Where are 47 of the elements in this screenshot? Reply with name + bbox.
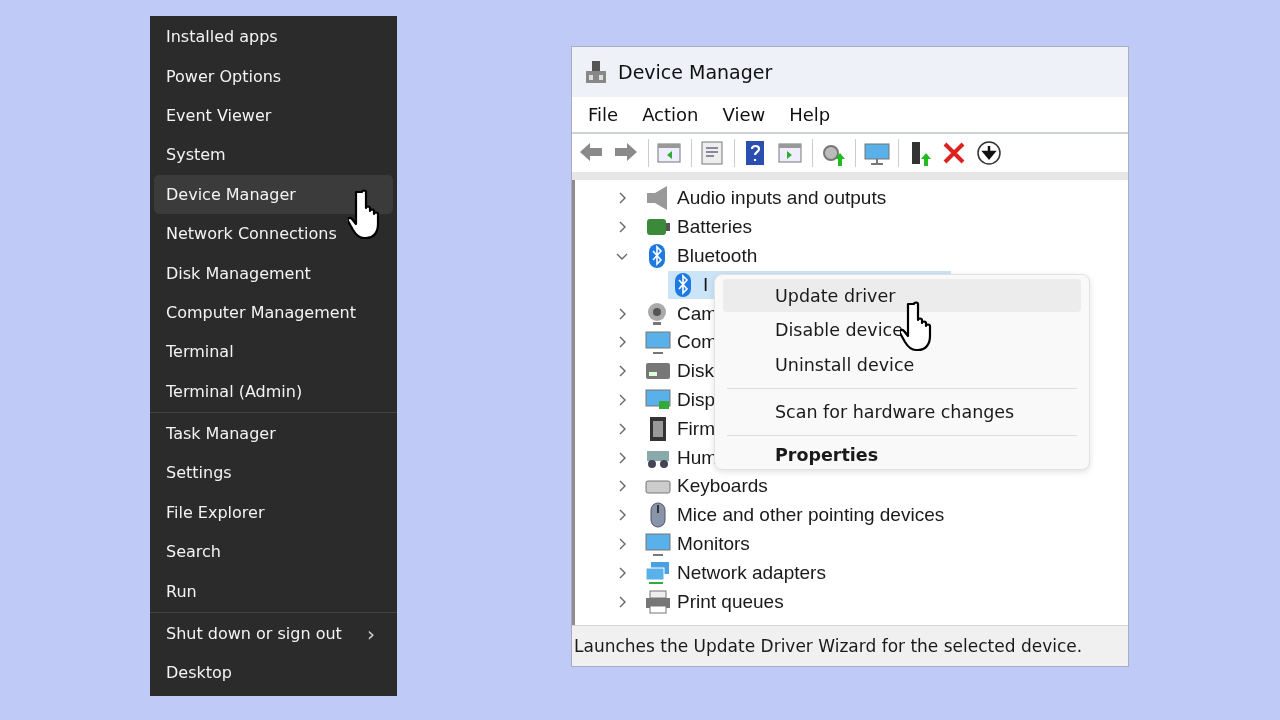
menu-item[interactable]: Update driver <box>723 279 1081 312</box>
menu-item[interactable]: Uninstall device <box>723 347 1081 383</box>
menu-item[interactable]: Terminal (Admin) <box>154 371 393 411</box>
menu-item[interactable]: Power Options <box>154 56 393 96</box>
menu-item[interactable]: Scan for hardware changes <box>723 394 1081 430</box>
menu-item[interactable]: Shut down or sign out › <box>154 613 393 654</box>
menu-item[interactable]: Device Manager <box>154 174 393 214</box>
menu-item[interactable]: Task Manager <box>154 413 393 454</box>
tree-item[interactable]: Disk <box>677 360 714 383</box>
menu-item[interactable]: Event Viewer <box>154 95 393 136</box>
device-category-icon <box>645 329 671 356</box>
menu-item[interactable]: Terminal <box>154 332 393 372</box>
menu-item[interactable]: Installed apps <box>154 17 393 57</box>
panel-icon[interactable] <box>777 140 805 166</box>
menu-item[interactable]: Search <box>154 532 393 572</box>
monitor-icon[interactable] <box>863 140 891 166</box>
tree-item[interactable]: Monitors <box>677 532 750 555</box>
menu-item[interactable]: Help <box>777 104 843 125</box>
menu-item[interactable]: Run <box>154 571 393 611</box>
menu-item[interactable]: Disk Management <box>154 253 393 293</box>
menu-item[interactable]: Disable device <box>723 312 1081 348</box>
tree-item[interactable]: Disp <box>677 388 715 411</box>
menu-item[interactable]: File Explorer <box>154 492 393 533</box>
menu-item[interactable]: Computer Management <box>154 292 393 333</box>
menu-item[interactable]: System <box>154 135 393 175</box>
menu-item[interactable]: Settings <box>154 453 393 493</box>
tree-item[interactable]: Audio inputs and outputs <box>677 187 887 210</box>
panel-icon[interactable] <box>656 140 684 166</box>
device-category-icon <box>645 530 671 557</box>
tree-item[interactable]: Bluetooth <box>677 245 758 267</box>
status-bar: Launches the Update Driver Wizard for the selected device. <box>572 625 1128 666</box>
menu-item[interactable]: Network Connections <box>154 213 393 254</box>
tree-item[interactable]: Print queues <box>677 590 784 613</box>
computer-tower-icon <box>584 59 608 85</box>
menu-item[interactable]: Action <box>630 104 711 125</box>
tree-item[interactable]: Firm <box>677 417 715 440</box>
menu-item[interactable]: View <box>710 104 778 125</box>
menu-item[interactable]: Properties <box>723 440 1081 469</box>
menu-item[interactable]: File <box>576 104 631 125</box>
device-category-icon <box>645 588 671 615</box>
tree-item[interactable]: Mice and other pointing devices <box>677 504 945 527</box>
menu-item[interactable]: Desktop <box>154 653 393 693</box>
window-title: Device Manager <box>618 61 773 83</box>
tree-item[interactable]: Keyboards <box>677 475 768 498</box>
device-category-icon <box>645 559 671 586</box>
tree-item[interactable]: Batteries <box>677 216 752 239</box>
tree-item[interactable]: Network adapters <box>677 561 826 584</box>
